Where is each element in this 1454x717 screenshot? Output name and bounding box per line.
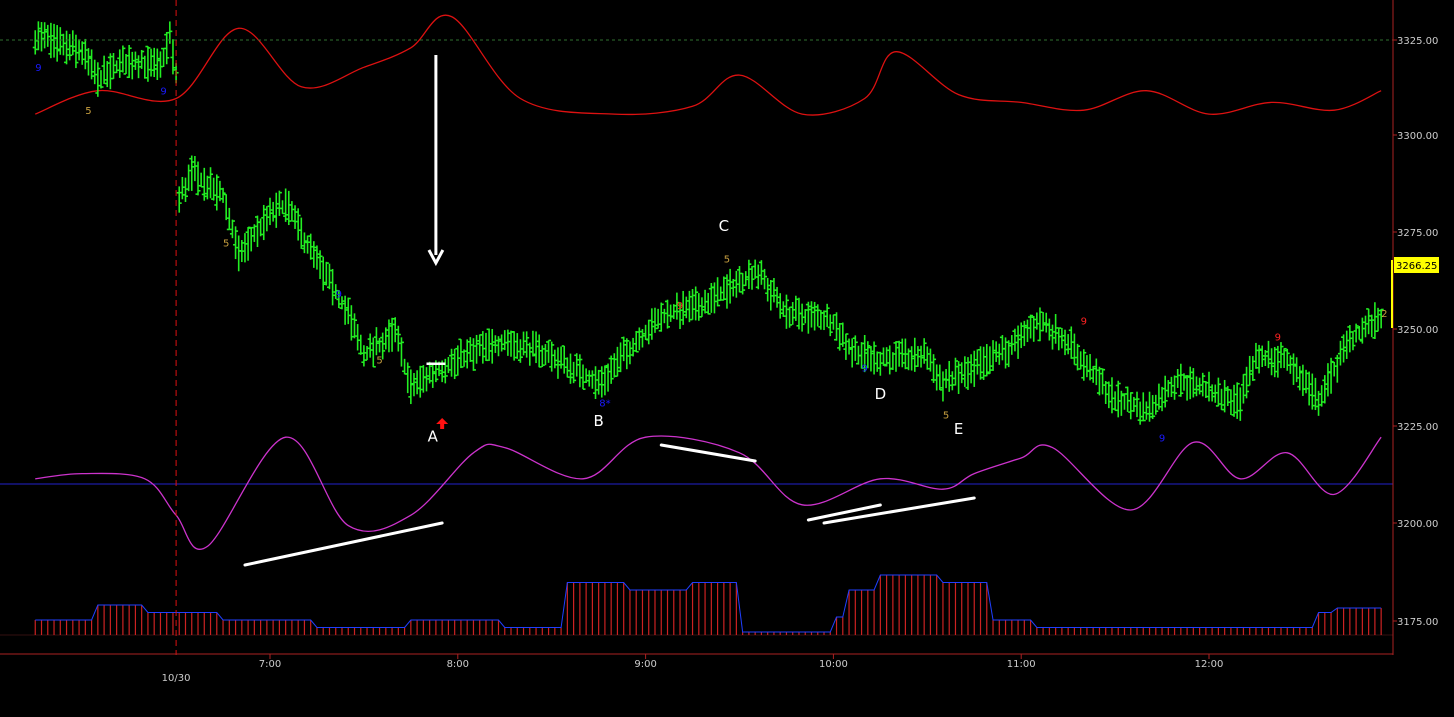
chart-root: 5 9 9 5 9 5 8* 9 5 9 5 9 9 9 2 A B C D E 3325.00 3300.00 327…: [0, 0, 1454, 713]
price-tick-label: 3325.00: [1397, 36, 1438, 47]
count-label: 9: [1081, 317, 1087, 328]
price-chart: 5 9 9 5 9 5 8* 9 5 9 5 9 9 9 2 A B C D E 3325.00 3300.00 327…: [0, 0, 1454, 713]
count-label: 9: [35, 63, 41, 74]
time-tick-label: 12:00: [1195, 659, 1224, 670]
price-tick-label: 3250.00: [1397, 325, 1438, 336]
wave-label: A: [428, 428, 439, 446]
time-tick-label: 10:00: [819, 659, 848, 670]
count-label: 5: [724, 254, 730, 265]
price-tick-label: 3225.00: [1397, 422, 1438, 433]
count-label: 9: [160, 87, 166, 98]
count-label: 9: [677, 301, 683, 312]
time-tick-label: 7:00: [259, 659, 281, 670]
count-label: 8*: [599, 399, 610, 410]
count-label: 5: [223, 239, 229, 250]
count-label: 5: [943, 410, 949, 421]
count-label: 5: [85, 106, 91, 117]
last-price-label: 3266.25: [1396, 261, 1437, 272]
count-label: 9: [862, 364, 868, 375]
wave-label: D: [875, 385, 887, 403]
price-tick-label: 3175.00: [1397, 617, 1438, 628]
count-label: 9: [336, 289, 342, 300]
price-tick-label: 3200.00: [1397, 519, 1438, 530]
count-label: 5: [376, 356, 382, 367]
date-label: 10/30: [162, 673, 191, 684]
wave-label: B: [594, 412, 604, 430]
wave-label: E: [954, 420, 963, 438]
wave-label: C: [719, 217, 729, 235]
count-label: 9: [1275, 332, 1281, 343]
time-tick-label: 9:00: [634, 659, 656, 670]
price-tick-label: 3275.00: [1397, 228, 1438, 239]
count-label: 9: [1159, 434, 1165, 445]
price-tick-label: 3300.00: [1397, 131, 1438, 142]
time-tick-label: 8:00: [447, 659, 469, 670]
time-tick-label: 11:00: [1007, 659, 1036, 670]
count-label: 2: [1381, 309, 1387, 320]
